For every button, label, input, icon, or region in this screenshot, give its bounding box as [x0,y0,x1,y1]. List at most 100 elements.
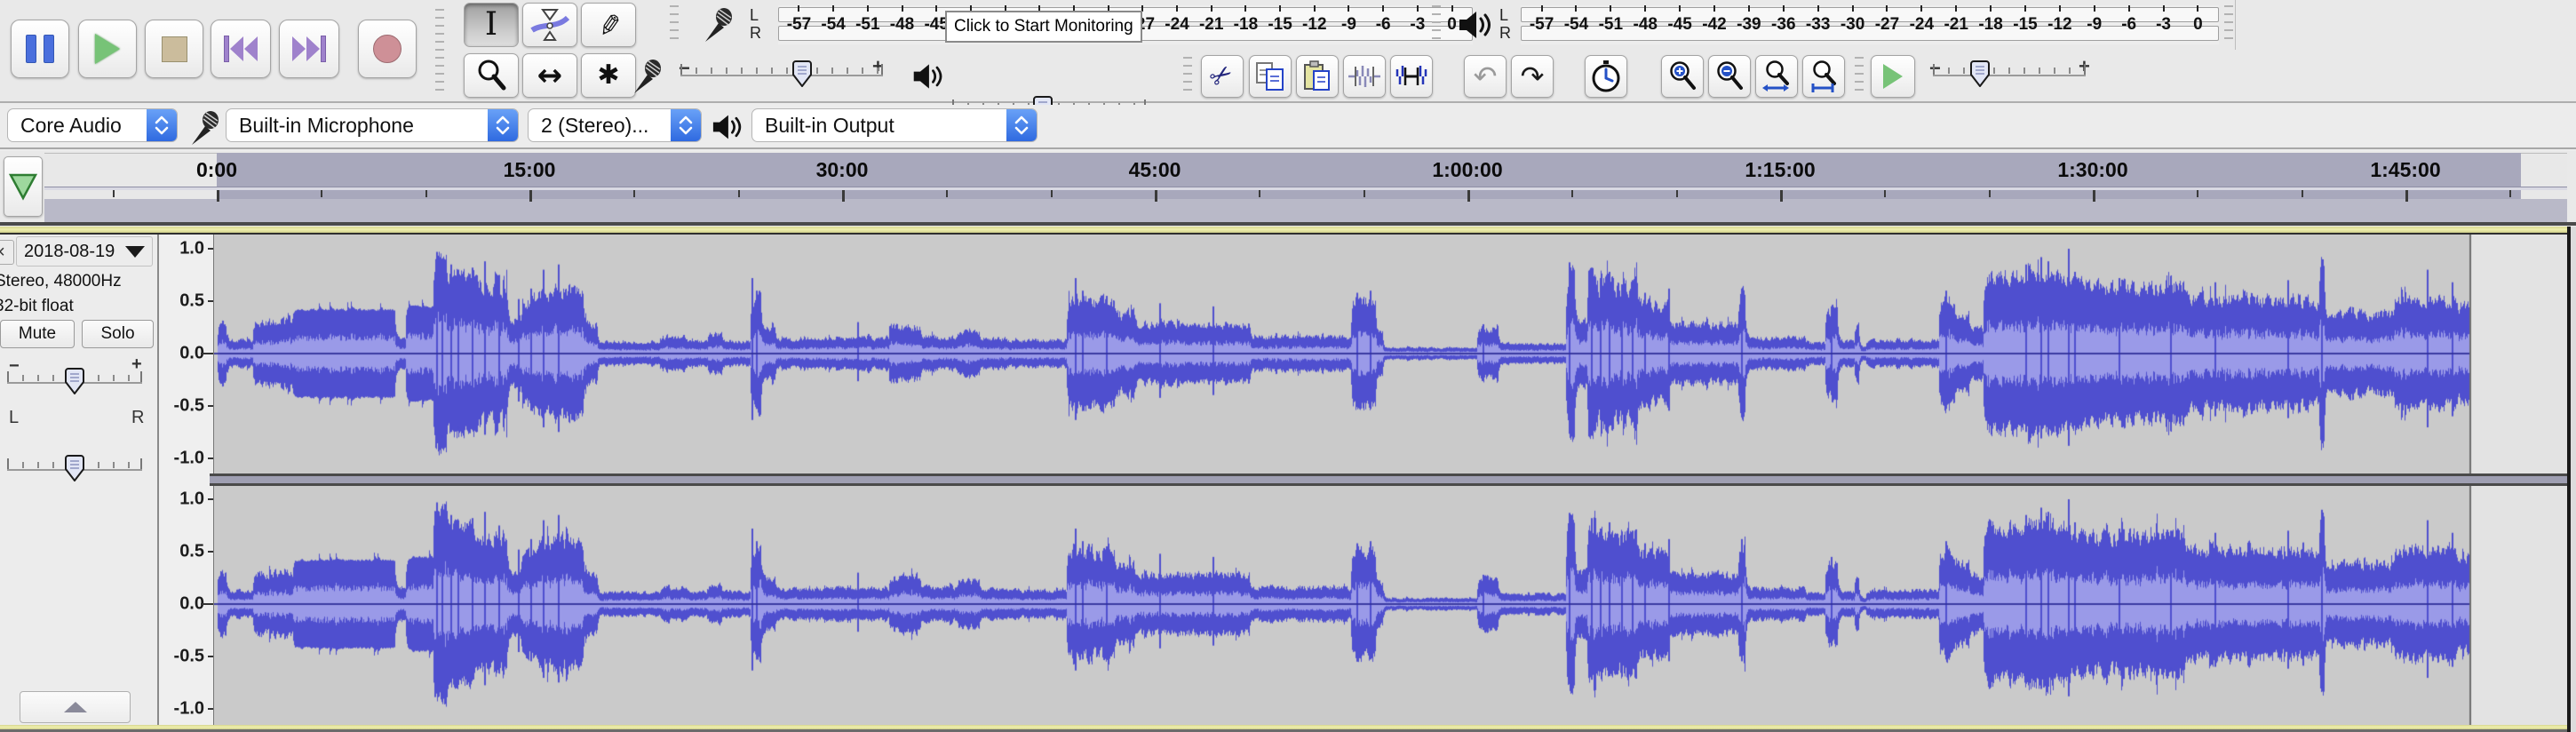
skip-to-start-button[interactable] [211,20,271,78]
record-volume-slider[interactable] [680,59,883,94]
paste-button[interactable] [1296,55,1339,98]
envelope-tool-button[interactable] [522,3,577,47]
zoom-toolbar-grip[interactable] [1855,57,1864,96]
track-control-panel[interactable]: × 2018-08-19 Stereo, 48000Hz 32-bit floa… [0,235,159,725]
waveform-right-channel[interactable] [213,486,2568,729]
pan-thumb[interactable] [65,455,84,481]
meter-scale-number: -54 [821,15,846,34]
timeline-tick [2301,190,2303,197]
track-close-button[interactable]: × [0,240,14,265]
timeline-tick [2197,190,2199,197]
skip-to-end-button[interactable] [279,20,339,78]
timer-record-button[interactable] [1585,55,1627,98]
monitoring-tooltip[interactable]: Click to Start Monitoring [945,11,1142,43]
amplitude-scale-label: -0.5 [173,395,204,416]
playback-meter-end-grip[interactable] [2224,5,2233,44]
pin-triangle-icon [8,173,38,201]
play-speed-thumb[interactable] [1970,60,1991,87]
zoom-in-icon [1670,61,1696,90]
timeline-label: 0:00 [195,158,238,181]
input-device-microphone-icon [192,111,219,145]
speaker-icon [1459,12,1491,38]
cut-button[interactable]: ✂ [1201,55,1244,98]
vertical-scale-ruler-right-channel[interactable]: 1.0 0.5 0.0 -0.5 -1.0 [159,486,213,725]
amplitude-scale-label: 0.5 [179,290,204,311]
redo-icon: ↷ [1520,60,1545,93]
zoom-out-icon [1717,61,1743,90]
fit-selection-button[interactable] [1755,55,1798,98]
meter-scale-tick [2058,5,2061,12]
zoom-in-button[interactable] [1661,55,1704,98]
meter-scale-number: 0 [2193,15,2203,34]
timeline-tick [1050,190,1053,197]
play-speed-slider[interactable] [1933,59,2086,94]
meter-scale-tick [2093,5,2095,12]
play-at-speed-button[interactable] [1871,55,1915,98]
play-button[interactable] [78,20,137,78]
meter-scale-tick [1990,5,1992,12]
meter-scale-number: -15 [1268,15,1292,34]
meter-scale-number: -57 [786,15,812,34]
draw-tool-button[interactable]: ✎ [581,3,636,47]
mixer-microphone-icon [634,60,661,93]
meter-scale-tick [1382,5,1385,12]
meter-scale-tick [2197,5,2199,12]
audio-host-select[interactable]: Core Audio [7,108,178,142]
gain-slider[interactable] [7,366,142,400]
timeline-label: 1:30:00 [2057,158,2128,181]
pause-button[interactable] [11,20,69,78]
output-device-select[interactable]: Built-in Output [751,108,1038,142]
input-channels-select[interactable]: 2 (Stereo)... [528,108,702,142]
mute-button[interactable]: Mute [0,320,75,348]
timeline-scrub-zone[interactable] [217,153,2521,199]
meter-scale-number: -9 [1341,15,1356,34]
record-volume-thumb[interactable] [791,60,812,87]
playback-meter[interactable]: -57 -54 -51 -48 -45 -42 -39 -36 -33 -30 -27 -24 -21-… [1521,5,2219,44]
meter-scale-number: -42 [1702,15,1727,34]
meter-scale-number: -3 [1410,15,1426,34]
track-info-line2: 32-bit float [0,297,74,315]
play-icon [95,34,120,64]
edit-toolbar-grip[interactable] [1183,57,1192,96]
play-at-speed-icon [1883,64,1903,89]
pinned-play-head-button[interactable] [4,156,43,217]
gain-thumb[interactable] [65,368,84,394]
pan-slider[interactable] [7,453,142,487]
transport-toolbar-grip[interactable] [435,9,444,94]
copy-button[interactable] [1249,55,1292,98]
vertical-scale-ruler-left-channel[interactable]: 1.0 0.5 0.0 -0.5 -1.0 [159,235,213,473]
track-collapse-button[interactable] [20,691,131,723]
amplitude-scale-label: 0.5 [179,541,204,561]
meter-scale-tick [1782,5,1785,12]
input-device-select[interactable]: Built-in Microphone [226,108,519,142]
time-shift-tool-button[interactable]: ↔ [522,53,577,98]
fit-selection-icon [1762,60,1789,92]
redo-button[interactable]: ↷ [1511,55,1554,98]
silence-audio-button[interactable] [1390,55,1433,98]
amplitude-scale-label: -0.5 [173,646,204,666]
recording-meter-grip[interactable] [670,5,679,44]
record-button[interactable] [358,20,417,78]
stop-button[interactable] [145,20,203,78]
meter-scale-tick [866,5,869,12]
amplitude-scale-label: 1.0 [179,489,204,509]
zoom-out-button[interactable] [1708,55,1751,98]
amplitude-scale-label: 1.0 [179,238,204,259]
waveform-left-channel[interactable] [213,235,2568,478]
solo-button[interactable]: Solo [82,320,154,348]
pencil-icon: ✎ [589,10,628,40]
track-menu-dropdown-icon[interactable] [125,245,145,258]
meter-scale-tick [1416,5,1419,12]
undo-button[interactable]: ↶ [1464,55,1507,98]
trim-audio-button[interactable] [1343,55,1386,98]
meter-scale-tick [2127,5,2130,12]
track-title-bar[interactable]: 2018-08-19 [16,236,153,267]
input-channels-value: 2 (Stereo)... [541,113,649,137]
silence-icon [1395,66,1427,85]
selection-tool-button[interactable]: I [464,3,519,47]
meter-scale-number: -57 [1529,15,1554,34]
timeline-tick [112,190,115,197]
zoom-tool-button[interactable] [464,53,519,98]
playback-meter-grip[interactable] [1432,5,1441,44]
fit-project-button[interactable] [1802,55,1845,98]
